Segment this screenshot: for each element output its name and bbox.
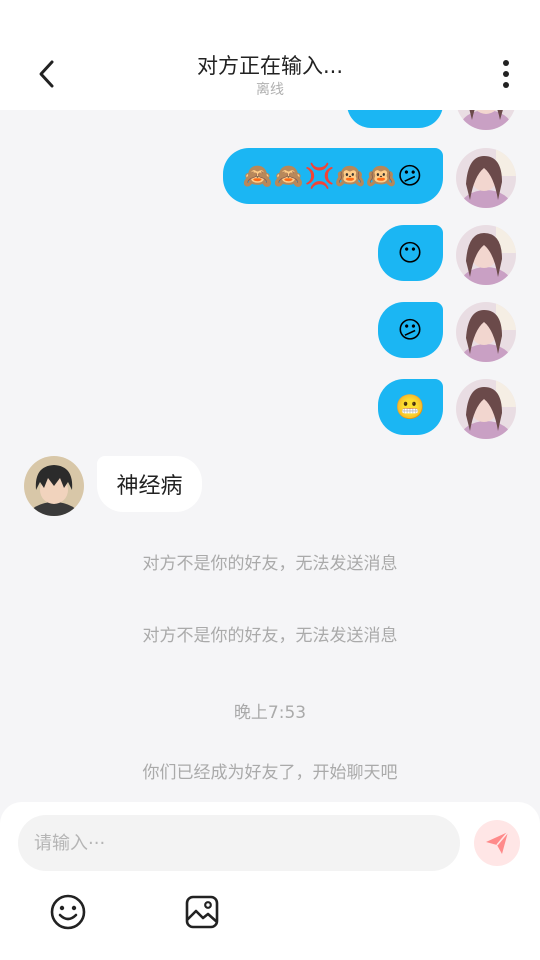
send-button[interactable] (474, 820, 520, 866)
chat-messages[interactable]: 🙈🙈💢🙉🙉😕 😶 😕 😬 神经病 对方不是你的好友，无法发送消息 对方不是你的好… (0, 110, 540, 802)
message-bubble[interactable] (347, 110, 443, 128)
more-vertical-icon (503, 60, 509, 88)
more-button[interactable] (494, 58, 518, 90)
my-avatar[interactable] (456, 379, 516, 439)
avatar-image (456, 110, 516, 130)
message-bubble[interactable]: 神经病 (97, 456, 202, 512)
avatar-image (456, 302, 516, 362)
my-avatar[interactable] (456, 148, 516, 208)
image-button[interactable] (184, 894, 220, 930)
system-notice: 对方不是你的好友，无法发送消息 (142, 554, 398, 574)
other-avatar[interactable] (24, 456, 84, 516)
avatar-image (456, 225, 516, 285)
online-status: 离线 (256, 82, 284, 98)
my-avatar[interactable] (456, 225, 516, 285)
emoji-button[interactable] (48, 892, 88, 932)
message-bubble[interactable]: 😶 (378, 225, 443, 281)
message-bubble[interactable]: 🙈🙈💢🙉🙉😕 (223, 148, 443, 204)
system-notice: 对方不是你的好友，无法发送消息 (142, 626, 398, 646)
avatar-image (24, 456, 84, 516)
avatar-image (456, 148, 516, 208)
message-input[interactable] (18, 815, 460, 871)
image-icon (185, 895, 219, 929)
message-bubble[interactable]: 😕 (378, 302, 443, 358)
chat-header: 对方正在输入... 离线 (0, 0, 540, 110)
emoji-icon (50, 894, 86, 930)
message-bubble[interactable]: 😬 (378, 379, 443, 435)
timestamp: 晚上7:53 (233, 703, 307, 723)
my-avatar[interactable] (456, 302, 516, 362)
message-composer (0, 802, 540, 960)
send-icon (486, 831, 509, 854)
avatar-image (456, 379, 516, 439)
system-notice: 你们已经成为好友了，开始聊天吧 (142, 763, 398, 783)
chat-title: 对方正在输入... (196, 54, 344, 78)
my-avatar[interactable] (456, 110, 516, 130)
